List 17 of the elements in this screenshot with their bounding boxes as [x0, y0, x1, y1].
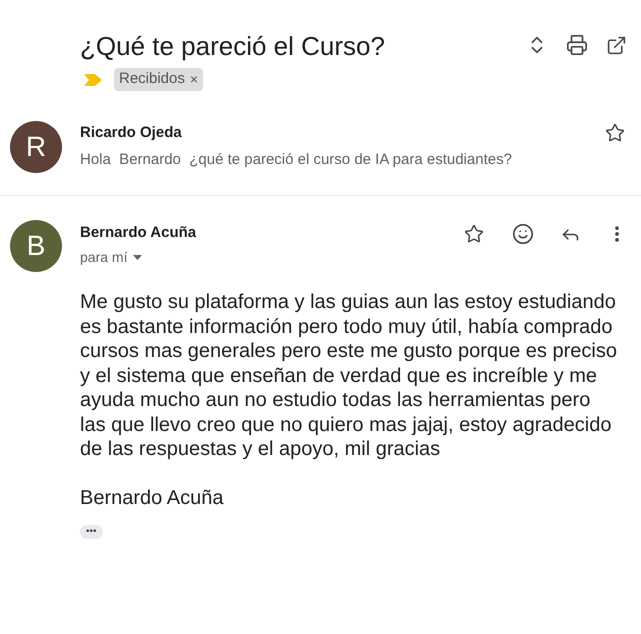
sender-name: Ricardo Ojeda: [80, 123, 183, 143]
emoji-reaction-icon[interactable]: [512, 223, 534, 245]
importance-marker-icon[interactable]: [84, 74, 102, 86]
remove-label-button[interactable]: ×: [190, 69, 198, 90]
print-icon[interactable]: [566, 34, 588, 56]
show-trimmed-button[interactable]: •••: [80, 524, 103, 538]
subject-title: ¿Qué te pareció el Curso?: [80, 30, 386, 63]
new-window-icon[interactable]: [606, 34, 627, 56]
message-snippet: Hola Bernardo ¿qué te pareció el curso de IA para estudiantes?: [80, 150, 513, 170]
caret-icon: [133, 255, 142, 260]
signature: Bernardo Acuña: [80, 486, 224, 510]
avatar: B: [10, 220, 62, 272]
recipient-dropdown[interactable]: para mí: [80, 247, 142, 268]
avatar: R: [10, 121, 62, 173]
message-body: Me gusto su plataforma y las guias aun las estoy estudiando es bastante información pero todo muy útil, había comprado cursos mas generales pero este me gusto porque es preciso y el sistema que enseñan de verdad que es increíble y me ayuda mucho aun no estudio todas las herramientas pero las que llevo creo que no quiero mas jajaj, estoy agradecido de las respuestas y el apoyo, mil gracias: [80, 290, 618, 462]
sender-name: Bernardo Acuña: [80, 223, 198, 243]
label-chip: Recibidos ×: [114, 68, 204, 91]
